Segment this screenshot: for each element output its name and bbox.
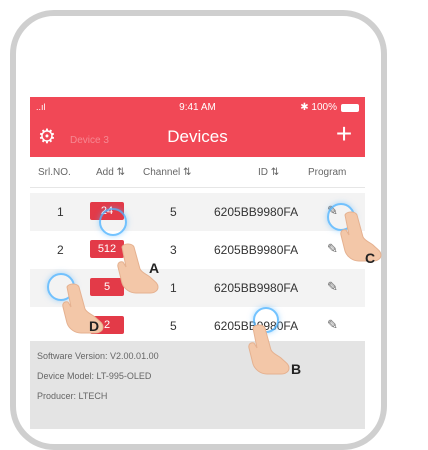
program-column-header[interactable]: Program	[308, 167, 346, 178]
device-id: 6205BB9980FA	[214, 205, 299, 219]
id-column-header[interactable]: ID ⇅	[258, 167, 279, 178]
plus-icon[interactable]: +	[331, 119, 357, 149]
srl-column-header[interactable]: Srl.NO.	[38, 167, 71, 178]
divider	[30, 187, 365, 188]
channel-value: 3	[170, 243, 177, 257]
pencil-icon[interactable]: ✎	[327, 279, 338, 295]
device-id: 6205BB9980FA	[214, 243, 299, 257]
page-title: Devices	[167, 127, 228, 146]
battery-text: ✱ 100%	[300, 102, 337, 113]
hand-icon	[335, 207, 391, 263]
producer: Producer: LTECH	[37, 391, 108, 401]
add-column-header[interactable]: Add ⇅	[96, 167, 125, 178]
srl-number: 1	[57, 205, 64, 219]
channel-value: 5	[170, 319, 177, 333]
callout-c: C	[365, 250, 376, 266]
device-model: Device Model: LT-995-OLED	[37, 371, 152, 381]
channel-value: 1	[170, 281, 177, 295]
software-version: Software Version: V2.00.01.00	[37, 351, 159, 361]
callout-a: A	[149, 260, 160, 276]
table-row[interactable]: 1 24 5 6205BB9980FA ✎	[30, 193, 365, 231]
callout-d: D	[89, 318, 100, 334]
status-bar: ..ıl 9:41 AM ✱ 100%	[30, 102, 365, 114]
pencil-icon[interactable]: ✎	[327, 317, 338, 333]
device-id: 6205BB9980FA	[214, 281, 299, 295]
battery-icon	[341, 104, 359, 112]
app-screen: ..ıl 9:41 AM ✱ 100% ⚙ Device 3 Devices +…	[30, 97, 365, 429]
tap-indicator	[99, 208, 127, 236]
table-row[interactable]: 2 512 3 6205BB9980FA ✎	[30, 231, 365, 269]
devices-header: ..ıl 9:41 AM ✱ 100% ⚙ Device 3 Devices +	[30, 97, 365, 157]
srl-number: 2	[57, 243, 64, 257]
hand-icon	[57, 279, 113, 335]
table-header: Srl.NO. Add ⇅ Channel ⇅ ID ⇅ Program	[30, 165, 365, 183]
channel-column-header[interactable]: Channel ⇅	[143, 167, 191, 178]
hand-icon	[112, 239, 168, 295]
device-info-panel: Software Version: V2.00.01.00 Device Mod…	[30, 341, 365, 429]
callout-b: B	[291, 361, 302, 377]
channel-value: 5	[170, 205, 177, 219]
